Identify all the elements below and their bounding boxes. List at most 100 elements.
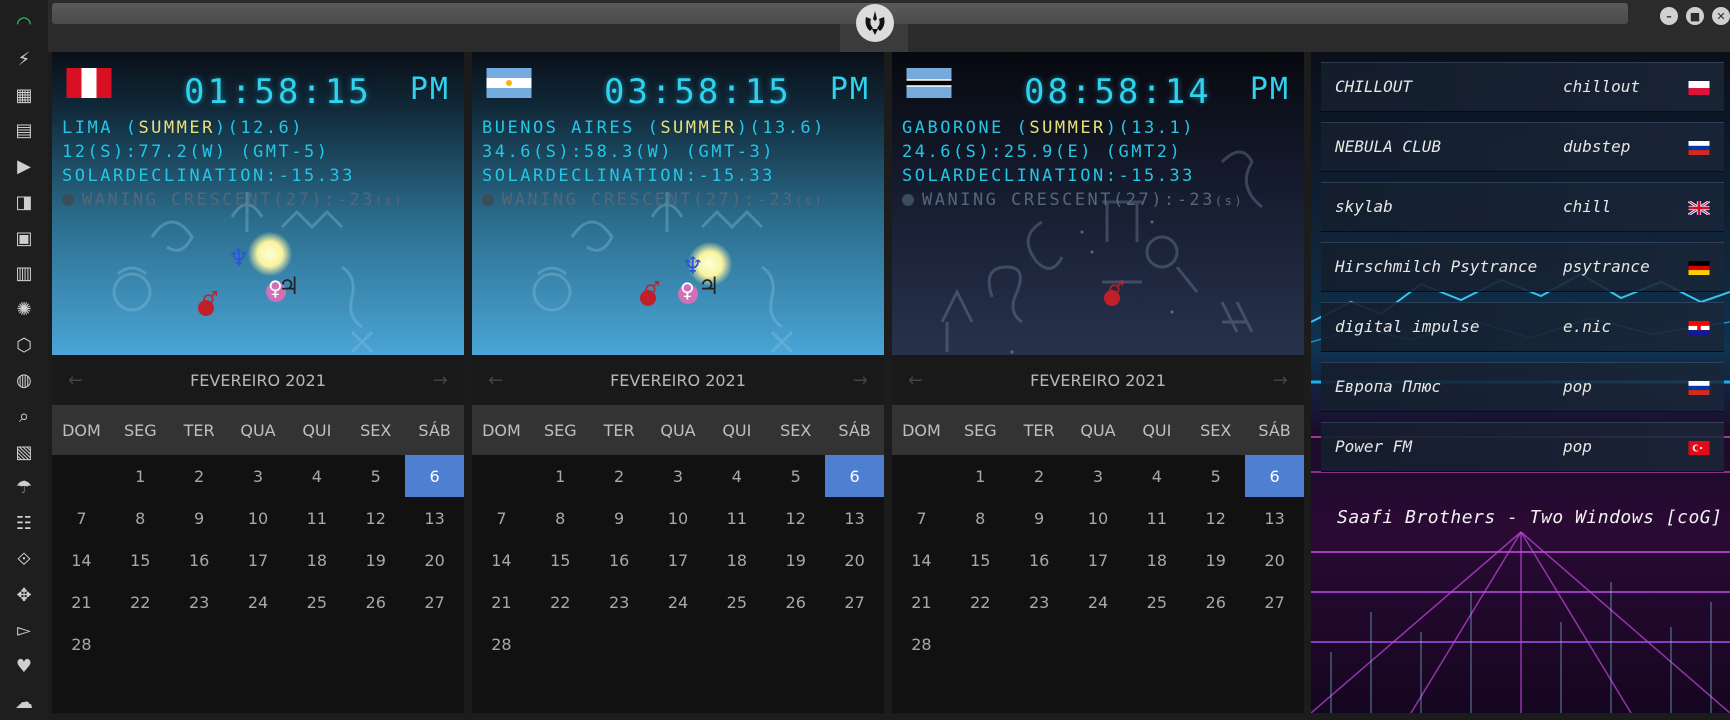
calendar-day[interactable]: 24 [229, 581, 288, 623]
calendar-day[interactable]: 18 [707, 539, 766, 581]
calendar-day[interactable]: 14 [892, 539, 951, 581]
calendar-day[interactable]: 1 [111, 455, 170, 497]
calendar-day[interactable]: 3 [229, 455, 288, 497]
calendar-day[interactable]: 18 [287, 539, 346, 581]
calendar-day[interactable]: 25 [287, 581, 346, 623]
calendar-day[interactable]: 13 [825, 497, 884, 539]
link-icon[interactable]: ⟐ [12, 548, 36, 572]
calendar-day[interactable]: 21 [52, 581, 111, 623]
rebel-alliance-logo[interactable] [856, 4, 894, 42]
map-icon[interactable]: ▧ [12, 440, 36, 464]
calendar-day[interactable]: 22 [531, 581, 590, 623]
windows-icon[interactable]: ▦ [12, 83, 36, 107]
calendar-day[interactable]: 7 [52, 497, 111, 539]
calendar-day[interactable]: 17 [1069, 539, 1128, 581]
map-book-icon[interactable]: ◨ [12, 191, 36, 215]
prev-month-button[interactable]: ← [488, 370, 503, 391]
search-icon[interactable]: ⌕ [12, 405, 36, 429]
calendar-day[interactable]: 4 [1127, 455, 1186, 497]
calendar-day-selected[interactable]: 6 [405, 455, 464, 497]
radio-station-item[interactable]: digital impulse e.nic [1321, 302, 1724, 352]
globe-icon[interactable]: ◍ [12, 369, 36, 393]
calendar-day[interactable]: 26 [1186, 581, 1245, 623]
calendar-day[interactable]: 19 [346, 539, 405, 581]
calendar-day[interactable]: 28 [892, 623, 951, 665]
calendar-day[interactable]: 21 [472, 581, 531, 623]
youtube-icon[interactable]: ▻ [12, 619, 36, 643]
minimize-button[interactable]: – [1660, 7, 1678, 25]
calendar-day[interactable]: 2 [1010, 455, 1069, 497]
calendar-day[interactable]: 1 [531, 455, 590, 497]
calendar-day[interactable]: 24 [649, 581, 708, 623]
calendar-day[interactable]: 23 [590, 581, 649, 623]
calendar-day[interactable]: 4 [707, 455, 766, 497]
archive-icon[interactable]: ▤ [12, 119, 36, 143]
calendar-day[interactable]: 2 [590, 455, 649, 497]
calendar-day[interactable]: 1 [951, 455, 1010, 497]
calendar-day[interactable]: 7 [892, 497, 951, 539]
calendar-day-selected[interactable]: 6 [1245, 455, 1304, 497]
calendar-day[interactable]: 12 [766, 497, 825, 539]
calendar-day-selected[interactable]: 6 [825, 455, 884, 497]
calendar-day[interactable]: 9 [1010, 497, 1069, 539]
flash-icon[interactable]: ⚡ [12, 48, 36, 72]
calendar-day[interactable]: 14 [472, 539, 531, 581]
calendar-day[interactable]: 5 [1186, 455, 1245, 497]
calendar-day[interactable]: 27 [405, 581, 464, 623]
calendar-day[interactable]: 12 [346, 497, 405, 539]
heart-icon[interactable]: ♥ [12, 655, 36, 679]
calendar-day[interactable]: 11 [707, 497, 766, 539]
calendar-day[interactable]: 15 [111, 539, 170, 581]
calendar-day[interactable]: 8 [951, 497, 1010, 539]
radio-station-item[interactable]: CHILLOUT chillout [1321, 62, 1724, 112]
prev-month-button[interactable]: ← [908, 370, 923, 391]
wifi-icon[interactable]: ◠ [12, 12, 36, 36]
calendar-day[interactable]: 15 [531, 539, 590, 581]
calendar-day[interactable]: 16 [590, 539, 649, 581]
calendar-day[interactable]: 8 [531, 497, 590, 539]
calendar-day[interactable]: 12 [1186, 497, 1245, 539]
next-month-button[interactable]: → [433, 370, 448, 391]
calendar-day[interactable]: 21 [892, 581, 951, 623]
calendar-day[interactable]: 26 [346, 581, 405, 623]
calendar-day[interactable]: 24 [1069, 581, 1128, 623]
contacts-icon[interactable]: ☷ [12, 512, 36, 536]
calendar-day[interactable]: 17 [229, 539, 288, 581]
calendar-day[interactable]: 2 [170, 455, 229, 497]
calendar-day[interactable]: 4 [287, 455, 346, 497]
umbrella-icon[interactable]: ☂ [12, 476, 36, 500]
calendar-day[interactable]: 16 [1010, 539, 1069, 581]
calendar-day[interactable]: 20 [1245, 539, 1304, 581]
calendar-day[interactable]: 20 [825, 539, 884, 581]
top-search-bar[interactable] [52, 3, 1628, 24]
calendar-day[interactable]: 15 [951, 539, 1010, 581]
calendar-day[interactable]: 23 [170, 581, 229, 623]
cloud-icon[interactable]: ☁ [12, 690, 36, 714]
radio-station-item[interactable]: Hirschmilch Psytrance psytrance [1321, 242, 1724, 292]
calendar-day[interactable]: 17 [649, 539, 708, 581]
calendar-day[interactable]: 11 [287, 497, 346, 539]
calendar-day[interactable]: 3 [1069, 455, 1128, 497]
rebel-icon[interactable]: ✺ [12, 298, 36, 322]
calendar-day[interactable]: 9 [590, 497, 649, 539]
calendar-day[interactable]: 5 [346, 455, 405, 497]
play-icon[interactable]: ▶ [12, 155, 36, 179]
calendar-day[interactable]: 13 [405, 497, 464, 539]
calendar-day[interactable]: 9 [170, 497, 229, 539]
calendar-day[interactable]: 28 [472, 623, 531, 665]
radio-station-item[interactable]: NEBULA CLUB dubstep [1321, 122, 1724, 172]
calendar-day[interactable]: 27 [1245, 581, 1304, 623]
radio-station-item[interactable]: Power FM pop [1321, 422, 1724, 472]
calendar-day[interactable]: 19 [766, 539, 825, 581]
calendar-day[interactable]: 13 [1245, 497, 1304, 539]
calendar-day[interactable]: 14 [52, 539, 111, 581]
calendar-day[interactable]: 10 [649, 497, 708, 539]
radio-station-item[interactable]: skylab chill [1321, 182, 1724, 232]
calendar-day[interactable]: 20 [405, 539, 464, 581]
calendar-day[interactable]: 10 [229, 497, 288, 539]
image-icon[interactable]: ▣ [12, 226, 36, 250]
calendar-day[interactable]: 3 [649, 455, 708, 497]
calendar-day[interactable]: 28 [52, 623, 111, 665]
calendar-day[interactable]: 5 [766, 455, 825, 497]
calendar-day[interactable]: 18 [1127, 539, 1186, 581]
